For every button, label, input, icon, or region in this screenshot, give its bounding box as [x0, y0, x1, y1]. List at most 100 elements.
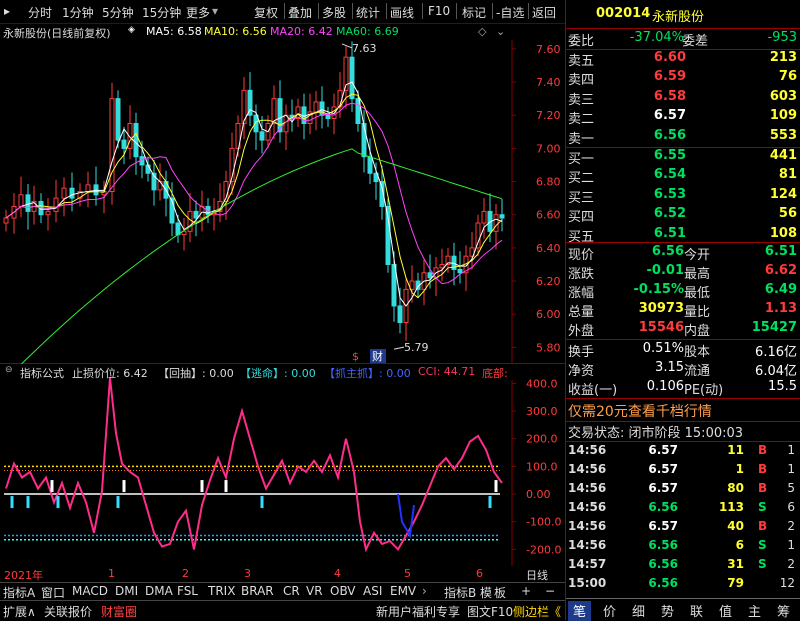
tab-indicator-a[interactable]: 指标A — [3, 584, 35, 601]
stat-label: PE(动) — [684, 383, 724, 398]
stat-value: 6.56 — [651, 244, 684, 259]
promo-banner[interactable]: 仅需20元查看千档行情 — [566, 401, 800, 420]
toolbar-item-back[interactable]: 返回 — [532, 4, 556, 21]
bid-price: 6.54 — [653, 167, 686, 183]
f10-graphic-button[interactable]: 图文F10 — [467, 603, 513, 620]
tab-brar[interactable]: BRAR — [241, 584, 274, 598]
tab-trix[interactable]: TRIX — [208, 584, 235, 598]
panel-nav-item[interactable]: 细 — [632, 601, 645, 621]
panel-nav-item[interactable]: 笔 — [568, 601, 592, 621]
tab-dmi[interactable]: DMI — [115, 584, 138, 598]
panel-nav-item[interactable]: 筹 — [777, 601, 790, 621]
tab-cr[interactable]: CR — [283, 584, 300, 598]
bid-row[interactable]: 买一 6.55 441 — [566, 148, 800, 167]
toolbar-item-biaoji[interactable]: 标记 — [462, 4, 486, 21]
toolbar-item-fenshi[interactable]: 分时 — [28, 4, 52, 21]
panel-nav-item[interactable]: 主 — [748, 601, 761, 621]
ask-row[interactable]: 卖五 6.60 213 — [566, 50, 800, 69]
ask-price: 6.58 — [653, 88, 686, 104]
toolbar-item-duogu[interactable]: 多股 — [322, 4, 346, 21]
toolbar-item-1min[interactable]: 1分钟 — [62, 4, 94, 21]
tick-price: 6.57 — [648, 443, 678, 457]
toolbar-divider — [284, 3, 285, 19]
toolbar-item-diejia[interactable]: 叠加 — [288, 4, 312, 21]
price-tick-label: 6.80 — [536, 176, 561, 189]
tab-asi[interactable]: ASI — [363, 584, 382, 598]
bid-row[interactable]: 买四 6.52 56 — [566, 206, 800, 225]
toolbar-item-15min[interactable]: 15分钟 — [142, 4, 181, 21]
collapse-chevron-icon[interactable]: ⌄ — [496, 25, 505, 38]
divider — [566, 598, 800, 599]
indicator-menu-icon[interactable]: ⊖ — [5, 365, 13, 375]
toolbar-item-huaxian[interactable]: 画线 — [390, 4, 414, 21]
new-user-promo-link[interactable]: 新用户福利专享 — [376, 603, 460, 620]
settings-diamond-icon[interactable]: ◇ — [478, 25, 486, 38]
toolbar-divider — [352, 3, 353, 19]
period-label[interactable]: 日线 — [526, 567, 548, 583]
tab-indicator-b[interactable]: 指标B — [444, 584, 476, 601]
tick-price: 6.56 — [648, 500, 678, 514]
ask-row[interactable]: 卖四 6.59 76 — [566, 69, 800, 88]
tab-template-mo[interactable]: 模 — [480, 584, 492, 601]
stat-label: 现价 — [568, 248, 595, 263]
candle-body — [319, 101, 325, 116]
tick-time: 14:56 — [568, 500, 607, 514]
tab-dma[interactable]: DMA — [145, 584, 173, 598]
toolbar-item-f10[interactable]: F10 — [428, 4, 450, 18]
toolbar-item-fuquan[interactable]: 复权 — [254, 4, 278, 21]
panel-nav-item[interactable]: 势 — [661, 601, 674, 621]
ask-level-label: 卖五 — [568, 54, 595, 69]
wealth-circle-button[interactable]: 财富圈 — [101, 603, 137, 620]
low-marker-line — [393, 346, 405, 350]
promo-text[interactable]: 仅需20元查看千档行情 — [568, 401, 712, 421]
tab-fsl[interactable]: FSL — [177, 584, 198, 598]
tick-volume: 1 — [735, 462, 744, 476]
kline-chart[interactable]: 7.60 7.40 7.20 7.00 6.80 6.60 6.40 6.20 6.00 5.80… — [0, 24, 565, 364]
tick-side: S — [758, 557, 767, 571]
ask-row[interactable]: 卖三 6.58 603 — [566, 89, 800, 108]
toolbar-item-zixuan[interactable]: -自选 — [496, 4, 524, 21]
escape-signal-bar — [56, 496, 60, 509]
tick-time: 14:56 — [568, 481, 607, 495]
stat-label: 净资 — [568, 364, 595, 379]
related-quotes-button[interactable]: 关联报价 — [44, 603, 92, 620]
bottom-bar: 扩展∧ 关联报价 财富圈 新用户福利专享 图文F10 侧边栏《 — [0, 600, 565, 620]
tab-macd[interactable]: MACD — [72, 584, 108, 598]
stock-name: 永新股份 — [652, 10, 705, 25]
panel-nav-item[interactable]: 联 — [690, 601, 703, 621]
cci-indicator-chart[interactable]: 400.0 300.0 200.0 100.0 0.00 -100.0 -200.0 — [0, 364, 565, 566]
toolbar-divider — [492, 3, 493, 19]
panel-nav-item[interactable]: 价 — [603, 601, 616, 621]
weibi-value: -37.04% — [629, 30, 684, 45]
panel-nav-item[interactable]: 值 — [719, 601, 732, 621]
remove-icon[interactable]: − — [545, 584, 555, 598]
toolbar-dropdown-icon[interactable]: ▸ — [4, 4, 10, 18]
tab-vr[interactable]: VR — [306, 584, 323, 598]
bid-row[interactable]: 买二 6.54 81 — [566, 167, 800, 186]
toolbar-item-5min[interactable]: 5分钟 — [102, 4, 134, 21]
ask-row[interactable]: 卖一 6.56 553 — [566, 128, 800, 147]
stat-row: 涨跌 -0.01 最高 6.62 — [566, 263, 800, 282]
candle-body — [61, 187, 67, 199]
more-chevron-icon[interactable]: ▾ — [212, 4, 218, 18]
tab-template-ban[interactable]: 板 — [494, 584, 506, 601]
expand-button[interactable]: 扩展∧ — [3, 603, 36, 620]
tick-time: 14:57 — [568, 557, 607, 571]
ma5-legend: MA5: 6.58 — [146, 25, 202, 38]
add-icon[interactable]: + — [521, 584, 531, 598]
ask-row[interactable]: 卖二 6.57 109 — [566, 108, 800, 127]
bid-row[interactable]: 买三 6.53 124 — [566, 187, 800, 206]
toolbar-item-tongji[interactable]: 统计 — [356, 4, 380, 21]
tab-obv[interactable]: OBV — [330, 584, 356, 598]
tab-window[interactable]: 窗口 — [41, 584, 65, 601]
stat-value: 0.106 — [646, 379, 684, 394]
tick-volume: 31 — [727, 557, 744, 571]
sidebar-toggle-button[interactable]: 侧边栏《 — [513, 603, 561, 620]
legend-toggle-icon[interactable]: ◈ — [128, 25, 135, 35]
stat-label: 量比 — [684, 305, 711, 320]
toolbar-item-more[interactable]: 更多 — [186, 4, 210, 21]
candle-body — [193, 210, 199, 219]
tab-emv[interactable]: EMV — [390, 584, 416, 598]
tick-side: B — [758, 443, 768, 457]
chevron-right-icon[interactable]: › — [422, 584, 427, 598]
